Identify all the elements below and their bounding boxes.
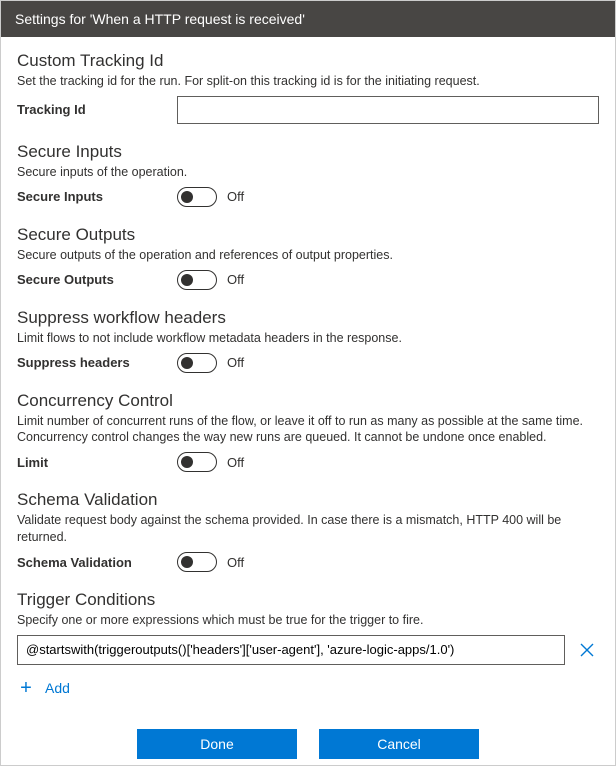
section-secure-outputs: Secure Outputs Secure outputs of the ope… bbox=[17, 225, 599, 290]
schema-validation-toggle[interactable] bbox=[177, 552, 217, 572]
secure-inputs-heading: Secure Inputs bbox=[17, 142, 599, 162]
section-secure-inputs: Secure Inputs Secure inputs of the opera… bbox=[17, 142, 599, 207]
tracking-id-input[interactable] bbox=[177, 96, 599, 124]
panel-title: Settings for 'When a HTTP request is rec… bbox=[1, 1, 615, 37]
concurrency-state: Off bbox=[227, 455, 244, 470]
trigger-condition-input[interactable] bbox=[17, 635, 565, 665]
secure-inputs-desc: Secure inputs of the operation. bbox=[17, 164, 599, 181]
add-condition-button[interactable]: + Add bbox=[17, 679, 599, 697]
panel-body: Custom Tracking Id Set the tracking id f… bbox=[1, 37, 615, 765]
footer: Done Cancel bbox=[17, 707, 599, 765]
close-icon bbox=[579, 642, 595, 658]
schema-label: Schema Validation bbox=[17, 555, 177, 570]
secure-outputs-toggle[interactable] bbox=[177, 270, 217, 290]
remove-condition-button[interactable] bbox=[575, 638, 599, 662]
plus-icon: + bbox=[17, 679, 35, 697]
done-button[interactable]: Done bbox=[137, 729, 297, 759]
tracking-desc: Set the tracking id for the run. For spl… bbox=[17, 73, 599, 90]
secure-outputs-desc: Secure outputs of the operation and refe… bbox=[17, 247, 599, 264]
secure-inputs-state: Off bbox=[227, 189, 244, 204]
add-label: Add bbox=[45, 680, 70, 696]
suppress-headers-toggle[interactable] bbox=[177, 353, 217, 373]
concurrency-heading: Concurrency Control bbox=[17, 391, 599, 411]
schema-desc: Validate request body against the schema… bbox=[17, 512, 599, 546]
secure-outputs-heading: Secure Outputs bbox=[17, 225, 599, 245]
secure-inputs-label: Secure Inputs bbox=[17, 189, 177, 204]
tracking-label: Tracking Id bbox=[17, 102, 177, 117]
suppress-desc: Limit flows to not include workflow meta… bbox=[17, 330, 599, 347]
schema-state: Off bbox=[227, 555, 244, 570]
trigger-desc: Specify one or more expressions which mu… bbox=[17, 612, 599, 629]
trigger-heading: Trigger Conditions bbox=[17, 590, 599, 610]
secure-inputs-toggle[interactable] bbox=[177, 187, 217, 207]
section-tracking-id: Custom Tracking Id Set the tracking id f… bbox=[17, 51, 599, 124]
secure-outputs-label: Secure Outputs bbox=[17, 272, 177, 287]
suppress-heading: Suppress workflow headers bbox=[17, 308, 599, 328]
section-concurrency: Concurrency Control Limit number of conc… bbox=[17, 391, 599, 473]
secure-outputs-state: Off bbox=[227, 272, 244, 287]
section-schema-validation: Schema Validation Validate request body … bbox=[17, 490, 599, 572]
settings-panel: Settings for 'When a HTTP request is rec… bbox=[0, 0, 616, 766]
concurrency-label: Limit bbox=[17, 455, 177, 470]
cancel-button[interactable]: Cancel bbox=[319, 729, 479, 759]
section-suppress-headers: Suppress workflow headers Limit flows to… bbox=[17, 308, 599, 373]
tracking-heading: Custom Tracking Id bbox=[17, 51, 599, 71]
suppress-state: Off bbox=[227, 355, 244, 370]
suppress-label: Suppress headers bbox=[17, 355, 177, 370]
section-trigger-conditions: Trigger Conditions Specify one or more e… bbox=[17, 590, 599, 697]
schema-heading: Schema Validation bbox=[17, 490, 599, 510]
concurrency-toggle[interactable] bbox=[177, 452, 217, 472]
concurrency-desc: Limit number of concurrent runs of the f… bbox=[17, 413, 599, 447]
